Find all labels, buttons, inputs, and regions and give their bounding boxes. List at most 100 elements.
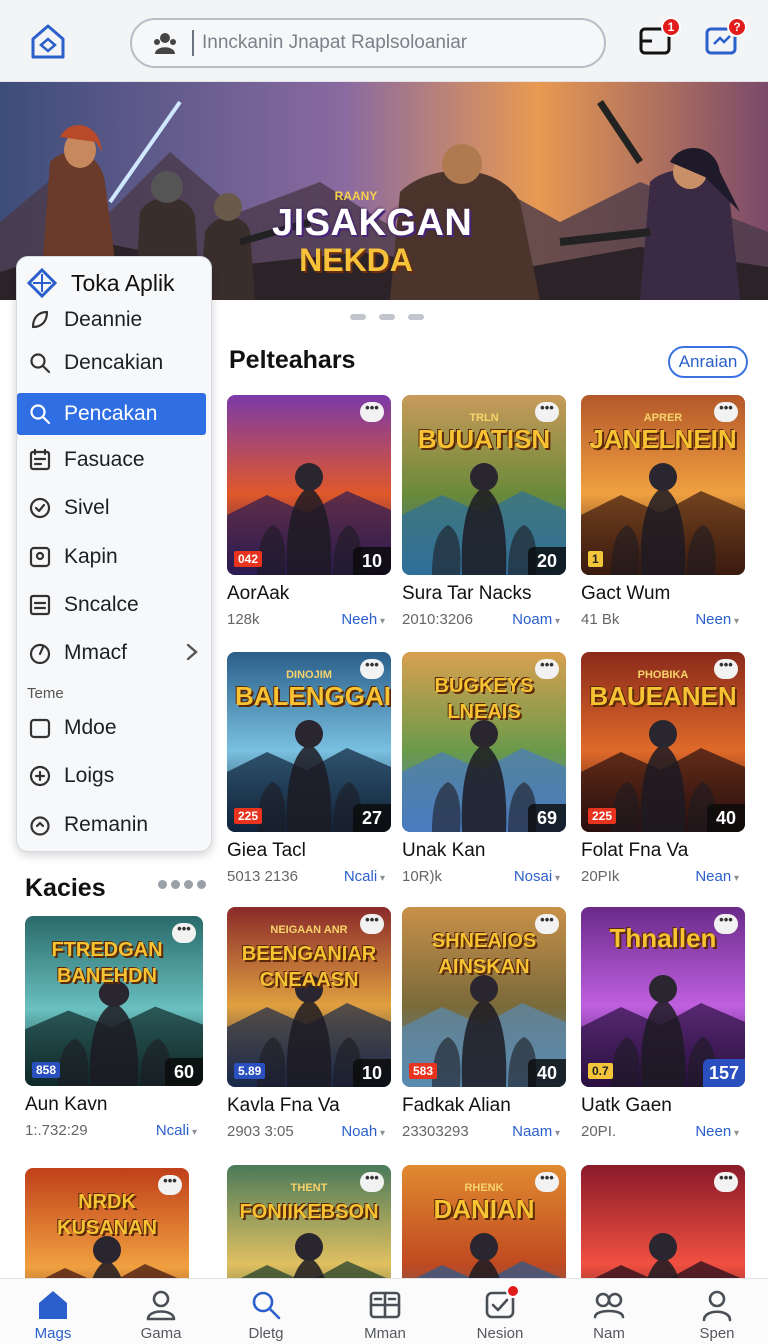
game-cover-art[interactable]: ••• PHOBIKA BAUEANEN 225 40 [581, 652, 745, 832]
search-input[interactable] [202, 32, 582, 54]
drawer-item-sivel[interactable]: Sivel [17, 487, 213, 529]
side-drawer: Toka Aplik Deannie Dencakian Pencakan Fasua… [16, 256, 212, 852]
game-card[interactable]: ••• FTREDGAN BANEHDN 858 60 Aun Kavn 1:.732:2… [25, 916, 203, 1142]
game-card[interactable]: ••• 042 10 AorAak 128k Neeh [227, 395, 391, 631]
cover-title: FTREDGAN BANEHDN [33, 934, 181, 986]
game-action-dropdown[interactable]: Naam [512, 1123, 560, 1140]
drawer-item-remanin[interactable]: Remanin [17, 804, 213, 846]
game-cover-art[interactable]: ••• NEIGAAN ANR BEENGANIAR CNEAASN 5.89 10 [227, 907, 391, 1087]
game-title[interactable]: Sura Tar Nacks [402, 583, 566, 605]
banner-title-text: JISAKGAN [272, 202, 473, 244]
nav-item-mman[interactable]: Mman [335, 1287, 435, 1344]
game-title[interactable]: Fadkak Alian [402, 1095, 566, 1117]
game-card[interactable]: ••• APRER JANELNEIN 1 Gact Wum 41 Bk Neen [581, 395, 745, 631]
game-cover-art[interactable]: ••• FTREDGAN BANEHDN 858 60 [25, 916, 203, 1086]
more-options-icon[interactable] [158, 880, 206, 889]
drawer-item-dencakian[interactable]: Dencakian [17, 342, 213, 384]
game-action-dropdown[interactable]: Neeh [341, 611, 385, 628]
game-meta: 20PI. Neen [581, 1123, 745, 1143]
nav-item-dletg[interactable]: Dletg [216, 1287, 316, 1344]
user-icon [143, 1287, 179, 1323]
game-stat: 2010:3206 [402, 611, 473, 628]
nav-item-spen[interactable]: Spen [667, 1287, 767, 1344]
featured-section-button[interactable]: Anraian [668, 346, 748, 378]
profile-icon [699, 1287, 735, 1323]
drawer-item-label: Kapin [64, 545, 118, 568]
game-title[interactable]: Aun Kavn [25, 1094, 203, 1116]
cover-small-text: DINOJIM [286, 669, 332, 681]
drawer-item-label: Sncalce [64, 593, 139, 616]
game-title[interactable]: Giea Tacl [227, 840, 391, 862]
game-card[interactable]: ••• SHNEAIOS AINSKAN 583 40 Fadkak Alian 2330… [402, 907, 566, 1143]
drawer-item-mdoe[interactable]: Mdoe [17, 707, 213, 749]
cover-title-text: BAUEANEN [589, 681, 737, 711]
game-card[interactable]: ••• BUGKEYS LNEAIS 69 Unak Kan 10R)k Nosai [402, 652, 566, 888]
game-cover-art[interactable]: ••• SHNEAIOS AINSKAN 583 40 [402, 907, 566, 1087]
game-title[interactable]: AorAak [227, 583, 391, 605]
game-action-dropdown[interactable]: Noah [341, 1123, 385, 1140]
cover-count: 40 [528, 1059, 566, 1087]
game-title[interactable]: Uatk Gaen [581, 1095, 745, 1117]
game-meta: 1:.732:29 Ncali [25, 1122, 203, 1142]
game-action-dropdown[interactable]: Nean [695, 868, 739, 885]
cover-tag: 042 [234, 551, 263, 567]
nav-label: Spen [699, 1325, 735, 1342]
messages-button[interactable]: 1 [638, 17, 681, 58]
drawer-item-deannie[interactable]: Deannie [17, 299, 213, 341]
search-icon [27, 350, 53, 376]
drawer-item-kapin[interactable]: Kapin [17, 536, 213, 578]
drawer-item-fasuace[interactable]: Fasuace [17, 439, 213, 481]
card-menu-icon[interactable]: ••• [360, 401, 384, 422]
game-cover-art[interactable]: ••• APRER JANELNEIN 1 [581, 395, 745, 575]
game-title[interactable]: Kavla Fna Va [227, 1095, 391, 1117]
game-card[interactable]: ••• NEIGAAN ANR BEENGANIAR CNEAASN 5.89 10 Ka… [227, 907, 391, 1143]
nav-item-gama[interactable]: Gama [111, 1287, 211, 1344]
game-cover-art[interactable]: ••• DINOJIM BALENGGAI 225 27 [227, 652, 391, 832]
game-meta: 10R)k Nosai [402, 868, 566, 888]
nav-label: Mags [34, 1325, 72, 1342]
home-logo-icon[interactable] [28, 22, 68, 62]
nav-item-nam[interactable]: Nam [559, 1287, 659, 1344]
cover-count: 10 [353, 547, 391, 575]
game-card[interactable]: ••• DINOJIM BALENGGAI 225 27 Giea Tacl 5013 21… [227, 652, 391, 888]
featured-section-title: Pelteahars [229, 346, 356, 374]
drawer-item-pencakan[interactable]: Pencakan [17, 393, 206, 435]
search-bar[interactable] [130, 18, 606, 68]
drawer-item-sncalce[interactable]: Sncalce [17, 584, 213, 626]
carousel-dots[interactable] [350, 314, 424, 320]
carousel-dot[interactable] [408, 314, 424, 320]
leaf-icon [27, 307, 53, 333]
card-menu-icon[interactable]: ••• [714, 1171, 738, 1192]
drawer-item-mmacf[interactable]: Mmacf [17, 632, 213, 674]
drawer-item-label: Deannie [64, 308, 143, 331]
drawer-item-loigs[interactable]: Loigs [17, 755, 213, 797]
game-cover-art[interactable]: ••• BUGKEYS LNEAIS 69 [402, 652, 566, 832]
game-action-dropdown[interactable]: Noam [512, 611, 560, 628]
game-title[interactable]: Unak Kan [402, 840, 566, 862]
game-cover-art[interactable]: ••• TRLN BUUATISN 20 [402, 395, 566, 575]
game-title[interactable]: Folat Fna Va [581, 840, 745, 862]
cover-title-text: BUUATISN [417, 424, 551, 454]
drawer-item-label: Pencakan [64, 402, 158, 425]
game-action-dropdown[interactable]: Ncali [344, 868, 385, 885]
carousel-dot[interactable] [379, 314, 395, 320]
carousel-dot[interactable] [350, 314, 366, 320]
search-icon [248, 1287, 284, 1323]
game-meta: 2010:3206 Noam [402, 611, 566, 631]
notifications-button[interactable]: ? [704, 17, 747, 58]
game-cover-art[interactable]: ••• 042 10 [227, 395, 391, 575]
game-cover-art[interactable]: ••• Thnallen 0.7 157 [581, 907, 745, 1087]
game-action-dropdown[interactable]: Neen [695, 611, 739, 628]
drawer-header: Toka Aplik [27, 263, 175, 303]
search-divider [192, 30, 194, 56]
game-action-dropdown[interactable]: Ncali [156, 1122, 197, 1139]
game-card[interactable]: ••• Thnallen 0.7 157 Uatk Gaen 20PI. Neen [581, 907, 745, 1143]
game-action-dropdown[interactable]: Neen [695, 1123, 739, 1140]
nav-item-nesion[interactable]: Nesion [450, 1284, 550, 1344]
nav-item-mags[interactable]: Mags [3, 1287, 103, 1344]
game-action-dropdown[interactable]: Nosai [514, 868, 560, 885]
game-title[interactable]: Gact Wum [581, 583, 745, 605]
game-card[interactable]: ••• TRLN BUUATISN 20 Sura Tar Nacks 2010:3206… [402, 395, 566, 631]
cover-small-text: PHOBIKA [637, 669, 689, 681]
game-card[interactable]: ••• PHOBIKA BAUEANEN 225 40 Folat Fna Va 20PIk… [581, 652, 745, 888]
